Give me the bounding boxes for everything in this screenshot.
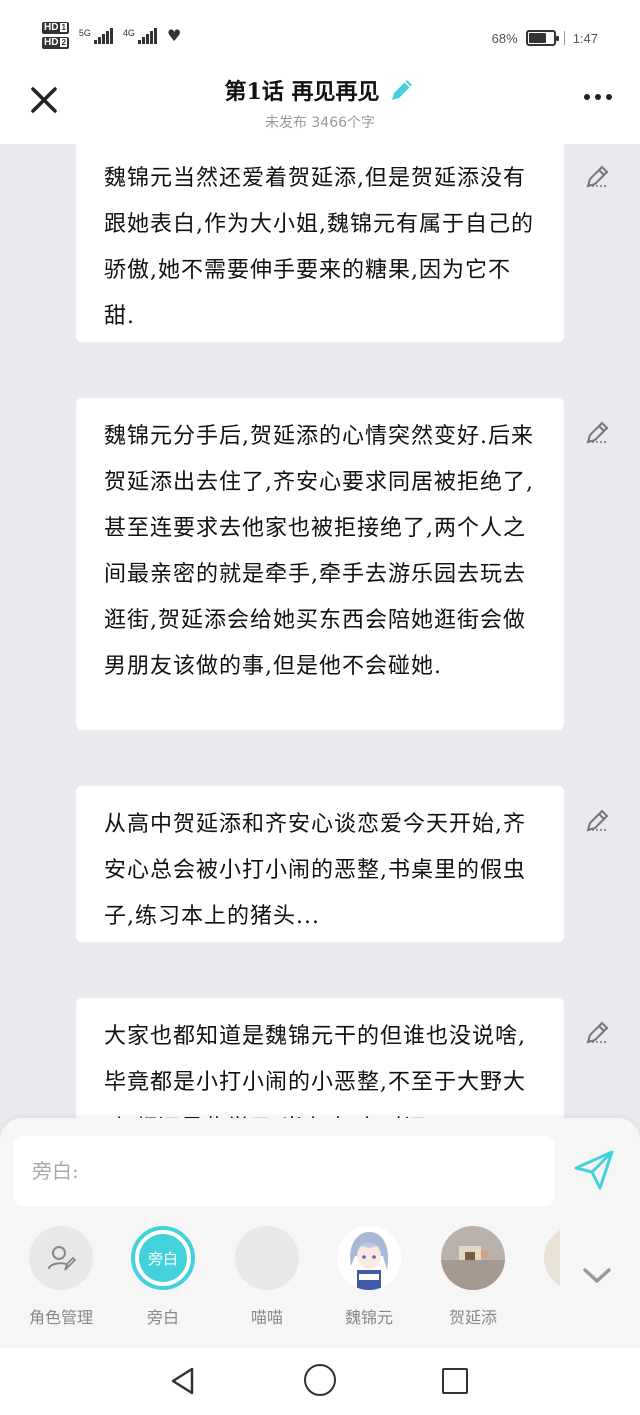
narration-input[interactable] [14,1136,554,1206]
avatar: 旁白 [131,1226,195,1290]
hd2-badge: HD 2 [42,37,69,49]
more-icon[interactable] [584,94,612,100]
role-manage[interactable]: 角色管理 [6,1226,116,1328]
paragraph-card[interactable]: 大家也都知道是魏锦元干的但谁也没说啥,毕竟都是小打小闹的小恶整,不至于大野大动,… [76,998,564,1118]
signal-4g-icon: 4G [123,27,157,44]
role-label: 旁白 [146,1308,179,1327]
avatar [544,1226,560,1290]
role-label: 魏锦元 [344,1308,393,1327]
role-partial[interactable] [520,1226,560,1290]
edit-icon[interactable] [584,806,612,834]
edit-icon[interactable] [584,418,612,446]
header: 第1话 再见再见 未发布 3466个字 [0,72,640,144]
back-triangle-icon[interactable] [168,1366,198,1396]
heart-monitor-icon: ♥ [166,26,182,45]
signal-5g-icon: 5G [79,27,113,44]
role-label: 贺延添 [448,1308,497,1327]
role-heyantian[interactable]: 贺延添 [418,1226,528,1328]
edit-icon[interactable] [584,162,612,190]
hd1-badge: HD 1 [42,22,69,34]
edit-icon[interactable] [584,1018,612,1046]
avatar [235,1226,299,1290]
page-title: 第1话 再见再见 [224,79,380,105]
system-nav-bar [0,1348,640,1415]
role-miaomiao[interactable]: 喵喵 [212,1226,322,1328]
avatar [441,1226,505,1290]
anime-girl-avatar [337,1226,401,1290]
photo-avatar [441,1226,505,1290]
role-narrator[interactable]: 旁白 旁白 [108,1226,218,1328]
chapter-content[interactable]: 魏锦元当然还爱着贺延添,但是贺延添没有跟她表白,作为大小姐,魏锦元有属于自己的骄… [0,144,640,1118]
avatar [337,1226,401,1290]
composer-panel: 角色管理 旁白 旁白 喵喵 [0,1118,640,1348]
role-label: 角色管理 [28,1308,93,1327]
pencil-icon[interactable] [389,77,415,103]
paragraph-card[interactable]: 魏锦元分手后,贺延添的心情突然变好.后来贺延添出去住了,齐安心要求同居被拒绝了,… [76,398,564,730]
role-selector: 角色管理 旁白 旁白 喵喵 魏锦元 贺延添 [0,1226,640,1336]
role-weijinyuan[interactable]: 魏锦元 [314,1226,424,1328]
battery-icon [525,30,559,46]
paragraph-text: 大家也都知道是魏锦元干的但谁也没说啥,毕竟都是小打小闹的小恶整,不至于大野大动,… [104,1024,526,1118]
user-edit-icon [48,1246,77,1271]
status-bar: HD 1 HD 2 5G 4G ♥ 68% 1:47 [0,0,640,72]
home-circle-icon[interactable] [304,1364,336,1396]
paragraph-card[interactable]: 从高中贺延添和齐安心谈恋爱今天开始,齐安心总会被小打小闹的恶整,书桌里的假虫子,… [76,786,564,942]
paragraph-text: 魏锦元当然还爱着贺延添,但是贺延添没有跟她表白,作为大小姐,魏锦元有属于自己的骄… [104,166,534,329]
narrator-badge: 旁白 [139,1234,187,1282]
send-icon[interactable] [572,1148,616,1192]
chevron-down-icon[interactable] [582,1266,612,1286]
recents-square-icon[interactable] [442,1368,468,1394]
paragraph-text: 魏锦元分手后,贺延添的心情突然变好.后来贺延添出去住了,齐安心要求同居被拒绝了,… [104,424,534,679]
battery-percent: 68% [491,30,518,46]
avatar [29,1226,93,1290]
word-count: 未发布 3466个字 [264,115,376,131]
paragraph-text: 从高中贺延添和齐安心谈恋爱今天开始,齐安心总会被小打小闹的恶整,书桌里的假虫子,… [104,812,526,929]
clock: 1:47 [572,30,598,46]
role-label: 喵喵 [250,1308,283,1327]
paragraph-card[interactable]: 魏锦元当然还爱着贺延添,但是贺延添没有跟她表白,作为大小姐,魏锦元有属于自己的骄… [76,144,564,342]
